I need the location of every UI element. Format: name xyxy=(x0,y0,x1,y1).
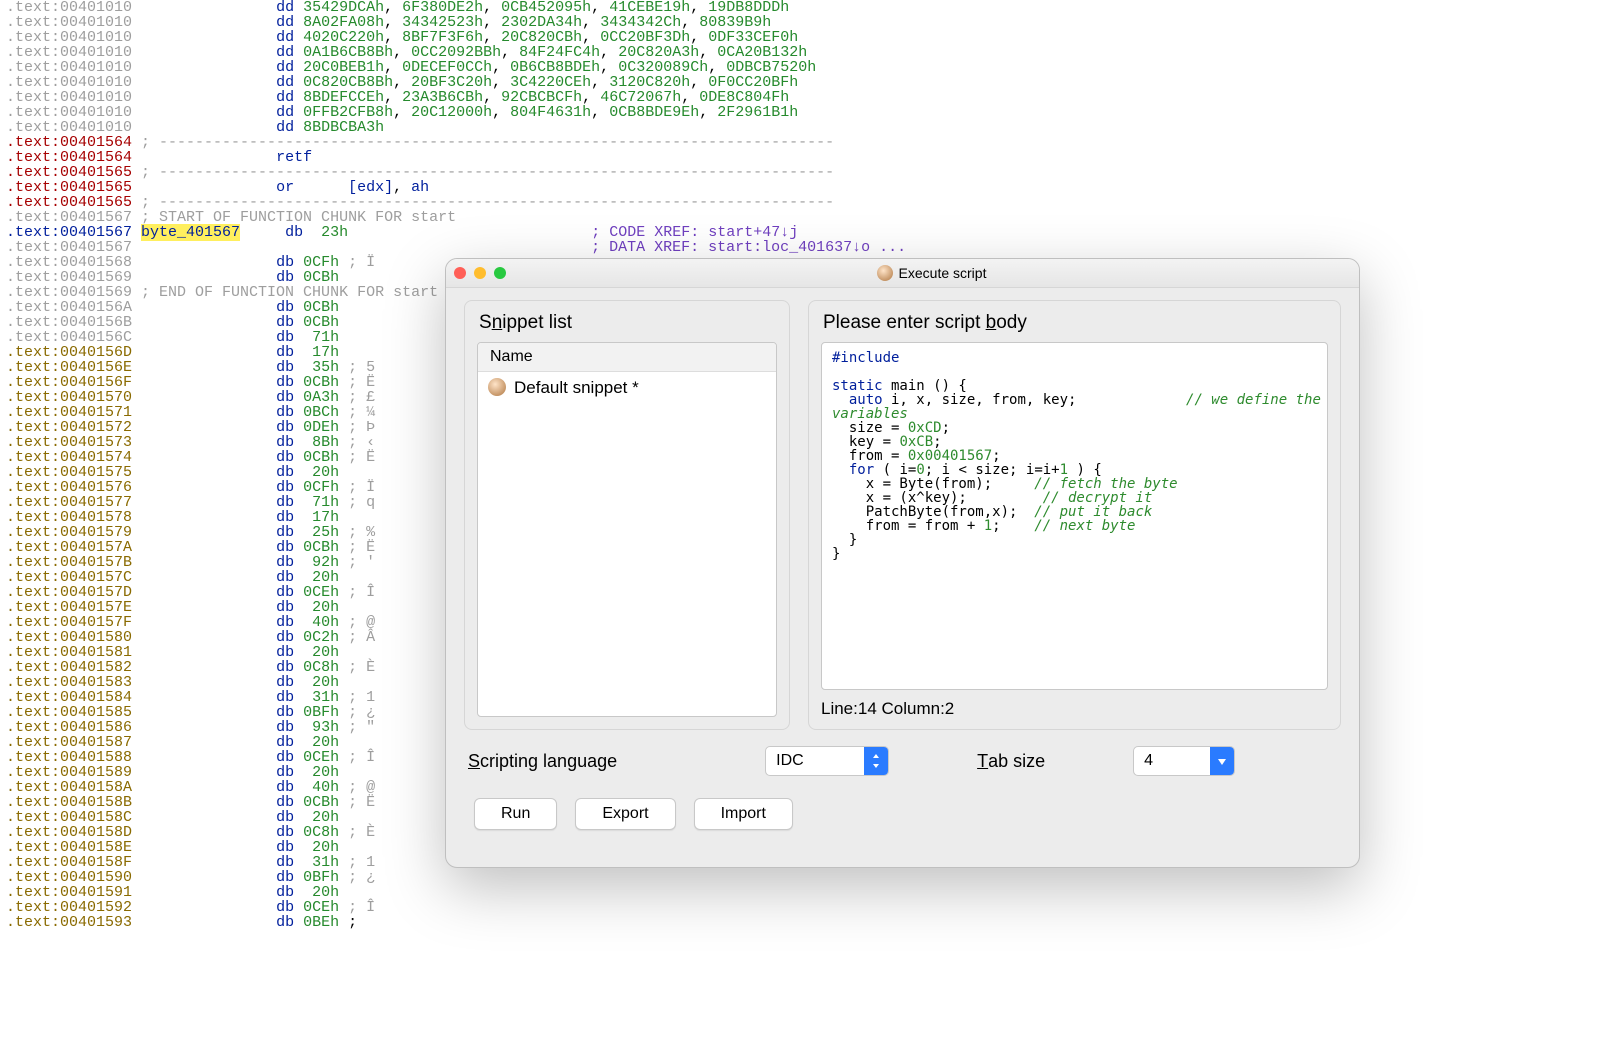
chevron-updown-icon xyxy=(864,747,888,775)
dialog-buttons: Run Export Import xyxy=(446,776,1359,830)
select-value: IDC xyxy=(776,753,864,769)
snippet-list-title: Snippet list xyxy=(479,313,777,332)
snippet-list[interactable]: Name Default snippet * xyxy=(477,342,777,717)
close-icon[interactable] xyxy=(454,267,466,279)
script-editor[interactable]: #include static main () { auto i, x, siz… xyxy=(821,342,1328,690)
chevron-down-icon xyxy=(1210,747,1234,775)
script-body-title: Please enter script body xyxy=(823,313,1328,332)
dialog-titlebar[interactable]: Execute script xyxy=(446,259,1359,288)
execute-script-dialog: Execute script Snippet list Name Default… xyxy=(445,258,1360,868)
import-button[interactable]: Import xyxy=(694,798,793,830)
tab-size-label: Tab size xyxy=(977,752,1045,770)
tab-size-select[interactable]: 4 xyxy=(1133,746,1235,776)
options-row: Scripting language IDC Tab size 4 xyxy=(446,730,1359,776)
dialog-title: Execute script xyxy=(899,266,987,280)
minimize-icon[interactable] xyxy=(474,267,486,279)
snippet-list-panel: Snippet list Name Default snippet * xyxy=(464,300,790,730)
zoom-icon[interactable] xyxy=(494,267,506,279)
snippet-column-header[interactable]: Name xyxy=(478,343,776,372)
window-controls xyxy=(454,267,506,279)
scripting-language-select[interactable]: IDC xyxy=(765,746,889,776)
cursor-position-status: Line:14 Column:2 xyxy=(821,700,1328,717)
script-body-panel: Please enter script body #include static… xyxy=(808,300,1341,730)
select-value: 4 xyxy=(1144,753,1210,769)
snippet-item-label: Default snippet * xyxy=(514,379,639,396)
scripting-language-label: Scripting language xyxy=(468,752,617,770)
export-button[interactable]: Export xyxy=(575,798,675,830)
run-button[interactable]: Run xyxy=(474,798,557,830)
ida-icon xyxy=(877,265,893,281)
snippet-item[interactable]: Default snippet * xyxy=(478,372,776,402)
script-icon xyxy=(488,378,506,396)
